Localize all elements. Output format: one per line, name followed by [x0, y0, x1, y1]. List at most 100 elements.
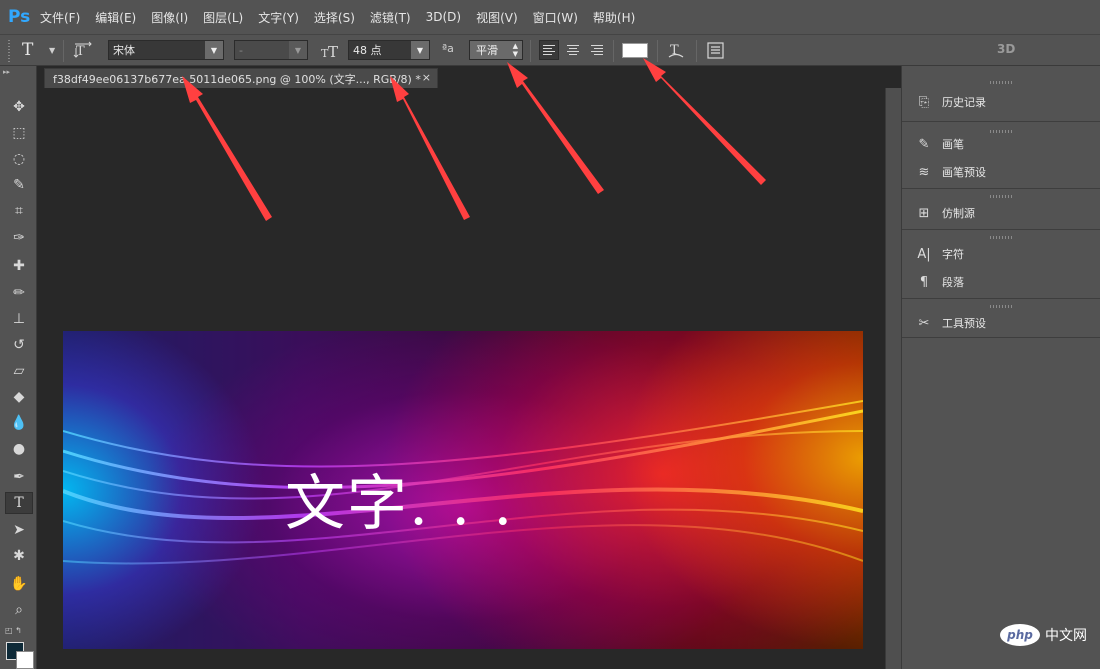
menu-view[interactable]: 视图(V)	[476, 9, 518, 26]
background-color-swatch[interactable]	[16, 651, 34, 669]
font-family-select[interactable]: 宋体 ▼	[108, 40, 224, 60]
pen-icon[interactable]: ✒	[5, 466, 33, 488]
brush-icon[interactable]: ✏	[5, 282, 33, 304]
type-icon[interactable]: T	[5, 492, 33, 514]
tool-presets-icon: ✂	[918, 315, 930, 331]
panel-brush[interactable]: ✎ 画笔	[914, 134, 964, 154]
dodge-icon[interactable]: ●	[5, 438, 33, 460]
lasso-icon[interactable]: ◌	[5, 148, 33, 170]
menu-layer[interactable]: 图层(L)	[203, 9, 243, 26]
path-select-icon[interactable]: ➤	[5, 519, 33, 541]
options-grip	[8, 40, 10, 62]
menu-edit[interactable]: 编辑(E)	[95, 9, 136, 26]
text-orientation-icon[interactable]: T	[73, 40, 93, 60]
crop-icon[interactable]: ⌗	[5, 200, 33, 222]
menu-window[interactable]: 窗口(W)	[533, 9, 578, 26]
paint-bucket-icon[interactable]: ◆	[5, 386, 33, 408]
antialias-icon: ªa	[442, 42, 454, 55]
character-icon: A|	[917, 246, 931, 262]
hand-icon[interactable]: ✋	[5, 573, 33, 595]
menu-type[interactable]: 文字(Y)	[258, 9, 299, 26]
move-icon[interactable]: ✥	[5, 96, 33, 118]
panel-grip[interactable]	[990, 130, 1014, 133]
history-icon: ⎘	[918, 94, 930, 110]
font-size-icon: TT	[320, 41, 342, 61]
blur-icon[interactable]: 💧	[5, 412, 33, 434]
antialias-select[interactable]: 平滑 ▲ ▼	[469, 40, 523, 60]
panel-grip[interactable]	[990, 81, 1014, 84]
menu-select[interactable]: 选择(S)	[314, 9, 355, 26]
panel-paragraph[interactable]: ¶ 段落	[914, 272, 964, 292]
panel-tool-presets[interactable]: ✂ 工具预设	[914, 313, 986, 333]
panel-label: 段落	[942, 276, 964, 289]
panel-grip[interactable]	[990, 305, 1014, 308]
close-icon[interactable]: ×	[422, 71, 431, 84]
site-watermark: php 中文网	[1000, 624, 1087, 646]
clone-stamp-icon[interactable]: ⊥	[5, 308, 33, 330]
marquee-icon[interactable]: ⬚	[5, 122, 33, 144]
quick-select-icon[interactable]: ✎	[5, 174, 33, 196]
svg-text:T: T	[328, 43, 338, 61]
separator	[63, 40, 64, 62]
menu-help[interactable]: 帮助(H)	[593, 9, 635, 26]
tool-preset-type-icon[interactable]: T	[22, 40, 33, 60]
separator	[530, 40, 531, 62]
eraser-icon[interactable]: ▱	[5, 360, 33, 382]
panel-character[interactable]: A| 字符	[914, 244, 964, 264]
chevron-down-icon[interactable]: ▼	[289, 41, 307, 59]
font-family-value: 宋体	[113, 44, 135, 57]
separator	[613, 40, 614, 62]
panel-group-type: A| 字符 ¶ 段落	[902, 229, 1100, 297]
panel-clone-source[interactable]: ⊞ 仿制源	[914, 203, 975, 223]
text-color-swatch[interactable]	[622, 43, 648, 58]
options-bar: T ▼ T 宋体 ▼ - ▼ TT 48 点 ▼ ªa 平滑 ▲ ▼ T 3D	[0, 34, 1100, 66]
healing-brush-icon[interactable]: ✚	[5, 255, 33, 277]
panel-label: 历史记录	[942, 96, 986, 109]
clone-source-icon: ⊞	[918, 205, 930, 221]
custom-shape-icon[interactable]: ✱	[5, 545, 33, 567]
chevron-down-icon[interactable]: ▼	[205, 41, 223, 59]
document-tab-title: f38df49ee06137b677ea 5011de065.png @ 100…	[53, 72, 421, 86]
document-vertical-scrollbar[interactable]	[885, 88, 901, 669]
align-left-button[interactable]	[539, 40, 559, 60]
menu-filter[interactable]: 滤镜(T)	[370, 9, 411, 26]
panel-label: 仿制源	[942, 207, 975, 220]
font-style-value: -	[239, 43, 243, 57]
right-panel-dock: ⎘ 历史记录 ✎ 画笔 ≋ 画笔预设 ⊞ 仿制源 A| 字符 ¶ 段落 ✂ 工具…	[901, 66, 1100, 669]
document-tab[interactable]: f38df49ee06137b677ea 5011de065.png @ 100…	[44, 68, 438, 88]
panel-group-clone: ⊞ 仿制源	[902, 188, 1100, 228]
3d-mode-label[interactable]: 3D	[997, 42, 1015, 56]
watermark-text: 中文网	[1045, 628, 1087, 644]
character-panel-icon[interactable]	[706, 41, 726, 61]
photoshop-window: Ps 文件(F) 编辑(E) 图像(I) 图层(L) 文字(Y) 选择(S) 滤…	[0, 0, 1100, 669]
updown-icon: ▲ ▼	[512, 42, 518, 58]
canvas-text-layer[interactable]: 文字. . .	[285, 455, 514, 542]
watermark-logo: php	[1000, 624, 1040, 646]
panel-grip[interactable]	[990, 236, 1014, 239]
panel-history[interactable]: ⎘ 历史记录	[914, 92, 986, 112]
font-size-select[interactable]: 48 点 ▼	[348, 40, 430, 60]
zoom-icon[interactable]: ⌕	[5, 599, 33, 621]
canvas-image[interactable]: 文字. . .	[63, 331, 863, 649]
menu-file[interactable]: 文件(F)	[40, 9, 80, 26]
default-colors-icon[interactable]: ◰ ↰	[5, 626, 22, 635]
warp-text-icon[interactable]: T	[666, 40, 686, 60]
history-brush-icon[interactable]: ↺	[5, 334, 33, 356]
paragraph-icon: ¶	[919, 274, 929, 290]
panel-label: 画笔	[942, 138, 964, 151]
menu-3d[interactable]: 3D(D)	[426, 10, 461, 24]
panel-brush-presets[interactable]: ≋ 画笔预设	[914, 162, 986, 182]
app-logo: Ps	[8, 7, 31, 27]
separator	[696, 40, 697, 62]
align-right-button[interactable]	[587, 40, 607, 60]
eyedropper-icon[interactable]: ✑	[5, 227, 33, 249]
brush-presets-icon: ≋	[918, 164, 930, 180]
font-style-select[interactable]: - ▼	[234, 40, 308, 60]
chevron-down-icon[interactable]: ▼	[411, 41, 429, 59]
collapse-panel-icon[interactable]: ▸▸	[3, 68, 10, 76]
menu-image[interactable]: 图像(I)	[151, 9, 188, 26]
align-center-button[interactable]	[563, 40, 583, 60]
tool-preset-caret-icon[interactable]: ▼	[49, 46, 55, 55]
antialias-value: 平滑	[476, 44, 498, 57]
panel-grip[interactable]	[990, 195, 1014, 198]
